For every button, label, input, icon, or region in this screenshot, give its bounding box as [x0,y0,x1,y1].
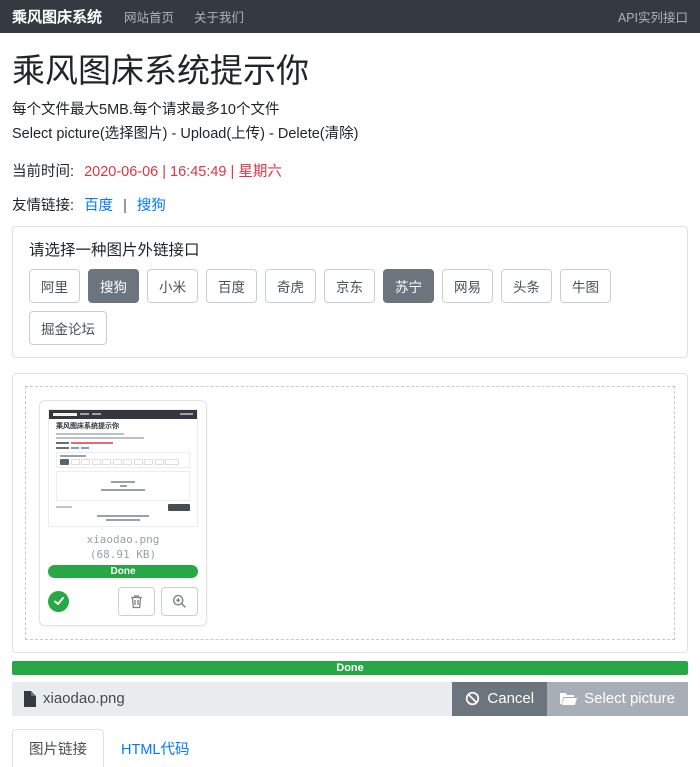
magnifier-plus-icon [172,594,187,609]
upload-limits-text: 每个文件最大5MB.每个请求最多10个文件 [12,98,688,119]
upload-preview-card: 乘风图床系统提示你 [39,400,207,626]
main-container: 乘风图床系统提示你 每个文件最大5MB.每个请求最多10个文件 Select p… [0,51,700,716]
current-time-value: 2020-06-06 | 16:45:49 | 星期六 [84,164,282,180]
api-btn-qihu[interactable]: 奇虎 [265,269,316,303]
tab-html-code[interactable]: HTML代码 [104,729,206,767]
upload-dropzone[interactable]: 乘风图床系统提示你 [25,386,675,640]
current-time-label: 当前时间: [12,164,74,180]
delete-file-button[interactable] [118,587,155,616]
api-selector-card: 请选择一种图片外链接口 阿里 搜狗 小米 百度 奇虎 京东 苏宁 网易 头条 牛… [12,226,688,358]
api-btn-netease[interactable]: 网易 [442,269,493,303]
selected-file-chip: xiaodao.png [12,682,452,716]
upload-thumbnail: 乘风图床系统提示你 [48,409,198,527]
check-circle-icon [48,591,69,612]
api-btn-ali[interactable]: 阿里 [29,269,80,303]
file-icon [23,691,36,707]
preview-footer [48,587,198,616]
preview-progress-bar: Done [48,565,198,578]
api-btn-suning[interactable]: 苏宁 [383,269,434,303]
friend-link-baidu[interactable]: 百度 [84,198,113,214]
prohibition-icon [465,691,480,706]
zoom-preview-button[interactable] [161,587,198,616]
api-btn-baidu[interactable]: 百度 [206,269,257,303]
api-selector-title: 请选择一种图片外链接口 [29,238,671,260]
page-title: 乘风图床系统提示你 [12,51,688,91]
brand-link[interactable]: 乘风图床系统 [12,6,102,27]
tab-image-links[interactable]: 图片链接 [12,729,104,767]
trash-icon [130,594,143,609]
api-btn-jd[interactable]: 京东 [324,269,375,303]
current-time-row: 当前时间: 2020-06-06 | 16:45:49 | 星期六 [12,160,688,181]
top-navbar: 乘风图床系统 网站首页 关于我们 API实列接口 [0,0,700,33]
select-picture-button[interactable]: Select picture [547,682,688,716]
api-btn-xiaomi[interactable]: 小米 [147,269,198,303]
api-btn-sogou[interactable]: 搜狗 [88,269,139,303]
cancel-button[interactable]: Cancel [452,682,547,716]
api-btn-niutu[interactable]: 牛图 [560,269,611,303]
file-action-row: xiaodao.png Cancel Select picture [12,682,688,716]
friend-links-label: 友情链接: [12,198,74,214]
friend-links-row: 友情链接: 百度 | 搜狗 [12,194,688,215]
api-btn-toutiao[interactable]: 头条 [501,269,552,303]
nav-api-link[interactable]: API实列接口 [618,7,688,26]
upload-actions-text: Select picture(选择图片) - Upload(上传) - Dele… [12,122,688,143]
upload-card: 乘风图床系统提示你 [12,373,688,653]
nav-about-link[interactable]: 关于我们 [194,7,244,26]
api-button-row: 阿里 搜狗 小米 百度 奇虎 京东 苏宁 网易 头条 牛图 掘金论坛 [29,269,671,345]
overall-progress-bar: Done [12,661,688,675]
thumb-mini-title: 乘风图床系统提示你 [56,423,190,431]
open-folder-icon [560,692,577,706]
nav-home-link[interactable]: 网站首页 [124,7,174,26]
api-btn-juejin[interactable]: 掘金论坛 [29,311,107,345]
friend-link-separator: | [123,198,127,214]
selected-file-name: xiaodao.png [43,690,125,707]
result-tabs: 图片链接 HTML代码 [12,729,688,767]
thumb-mini-navbar [49,410,197,419]
friend-link-sogou[interactable]: 搜狗 [137,198,166,214]
preview-filesize: (68.91 KB) [48,548,198,561]
preview-filename: xiaodao.png [48,533,198,546]
